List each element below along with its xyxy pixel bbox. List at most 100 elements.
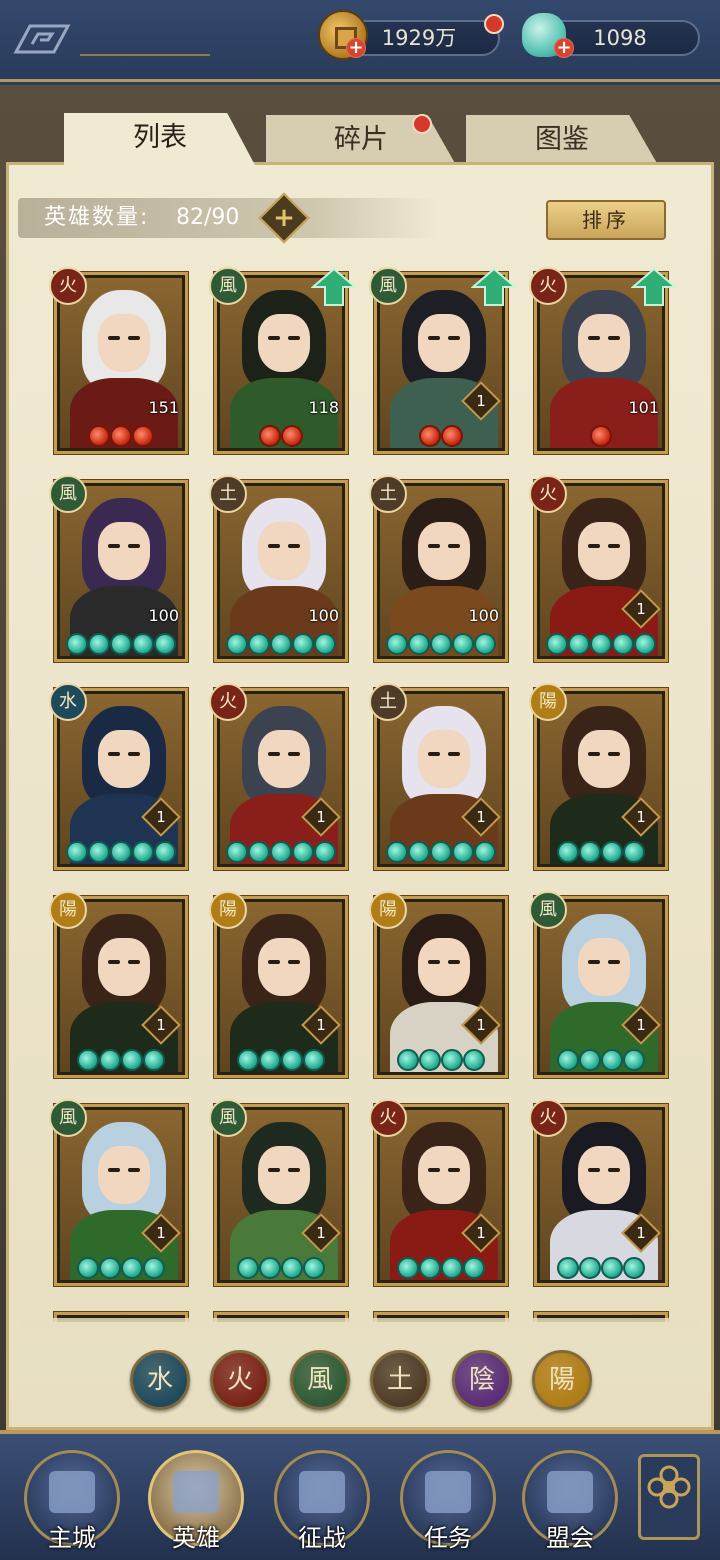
star-orb-icon [259, 1049, 281, 1071]
star-orb-icon [132, 633, 154, 655]
star-orb-icon [601, 1257, 623, 1279]
hero-card[interactable]: 火1 [529, 475, 668, 662]
star-orb-icon [463, 1049, 485, 1071]
element-badge: 陽 [49, 891, 87, 929]
hero-card[interactable]: 土1 [369, 683, 508, 870]
star-orb-icon [386, 633, 408, 655]
star-orb-icon [474, 841, 496, 863]
hero-card[interactable]: 土 100 [369, 475, 508, 662]
hero-portrait [220, 486, 342, 656]
add-jade-button[interactable]: + [554, 38, 574, 58]
element-badge: 土 [369, 475, 407, 513]
element-filter-button[interactable]: 陽 [532, 1350, 592, 1410]
hero-card[interactable]: 陽1 [369, 891, 508, 1078]
star-orb-icon [292, 633, 314, 655]
element-badge: 火 [49, 267, 87, 305]
hero-card[interactable]: 土 100 [209, 475, 348, 662]
star-orb-icon [143, 1049, 165, 1071]
element-badge: 火 [529, 1099, 567, 1137]
star-orb-icon [386, 841, 408, 863]
star-orb-icon [154, 633, 176, 655]
star-orb-icon [397, 1257, 419, 1279]
more-menu-button[interactable] [638, 1454, 700, 1540]
star-orb-icon [303, 1257, 325, 1279]
hero-level: 1 [636, 1016, 646, 1034]
hero-portrait [60, 902, 182, 1072]
star-orb-icon [270, 841, 292, 863]
element-badge: 風 [49, 475, 87, 513]
star-orb-icon [546, 633, 568, 655]
hero-portrait [60, 1110, 182, 1280]
hero-card[interactable]: 水1 [49, 683, 188, 870]
hero-card[interactable]: 火1 [529, 1099, 668, 1286]
star-orb-icon [408, 841, 430, 863]
hero-card[interactable]: 風 100 [49, 475, 188, 662]
hero-portrait [60, 486, 182, 656]
star-orbs [57, 841, 185, 863]
star-orb-icon [601, 841, 623, 863]
hero-card[interactable]: 火 101 [529, 267, 677, 454]
hero-card[interactable]: 風 118 [209, 267, 357, 454]
tab-codex[interactable]: 图鉴 [466, 115, 658, 165]
hero-card[interactable]: 風1 [529, 891, 668, 1078]
hero-card[interactable]: 風1 [369, 267, 517, 454]
star-orb-icon [590, 633, 612, 655]
nav-label: 任务 [424, 1524, 472, 1552]
star-orbs [57, 425, 185, 447]
star-orb-icon [132, 841, 154, 863]
nav-label: 英雄 [172, 1524, 220, 1552]
star-orb-icon [110, 841, 132, 863]
element-filter-button[interactable]: 火 [210, 1350, 270, 1410]
star-orb-icon [281, 425, 303, 447]
element-badge: 風 [529, 891, 567, 929]
element-filter-button[interactable]: 陰 [452, 1350, 512, 1410]
hero-card[interactable]: 陽1 [209, 891, 348, 1078]
star-orb-icon [314, 633, 336, 655]
star-orb-icon [77, 1049, 99, 1071]
hero-portrait [540, 694, 662, 864]
element-badge: 風 [209, 1099, 247, 1137]
element-filter-button[interactable]: 水 [130, 1350, 190, 1410]
star-orb-icon [281, 1257, 303, 1279]
star-orb-icon [579, 841, 601, 863]
star-orb-icon [441, 1049, 463, 1071]
sort-button[interactable]: 排序 [546, 200, 666, 240]
element-filter-button[interactable]: 風 [290, 1350, 350, 1410]
hero-card[interactable]: 陽1 [529, 683, 668, 870]
hero-portrait [380, 1110, 502, 1280]
add-gold-button[interactable]: + [346, 38, 366, 58]
hero-portrait [540, 902, 662, 1072]
element-filter-button[interactable]: 土 [370, 1350, 430, 1410]
star-orb-icon [110, 633, 132, 655]
flower-icon [647, 1465, 691, 1509]
star-orb-icon [568, 633, 590, 655]
hero-level: 1 [156, 1224, 166, 1242]
star-orb-icon [419, 1049, 441, 1071]
star-orb-icon [77, 1257, 99, 1279]
hero-card[interactable]: 陽1 [49, 891, 188, 1078]
tab-list[interactable]: 列表 [64, 113, 256, 167]
star-orb-icon [441, 425, 463, 447]
star-orb-icon [430, 841, 452, 863]
castle-icon [49, 1471, 95, 1513]
hero-card[interactable]: 風1 [209, 1099, 348, 1286]
star-orb-icon [452, 841, 474, 863]
star-orb-icon [248, 633, 270, 655]
hero-card[interactable]: 火1 [369, 1099, 508, 1286]
hero-portrait [540, 486, 662, 656]
star-orb-icon [121, 1257, 143, 1279]
tab-list-label: 列表 [133, 122, 187, 153]
element-badge: 土 [209, 475, 247, 513]
hero-portrait [380, 902, 502, 1072]
star-orb-icon [474, 633, 496, 655]
hero-card[interactable]: 風1 [49, 1099, 188, 1286]
hero-card[interactable]: 火 151 [49, 267, 188, 454]
hero-card[interactable]: 火1 [209, 683, 348, 870]
star-orb-icon [463, 1257, 485, 1279]
star-orb-icon [88, 425, 110, 447]
star-orb-icon [66, 841, 88, 863]
star-orbs [537, 1257, 665, 1279]
menu-icon[interactable] [12, 22, 72, 56]
hero-level: 1 [636, 600, 646, 618]
star-orb-icon [88, 633, 110, 655]
